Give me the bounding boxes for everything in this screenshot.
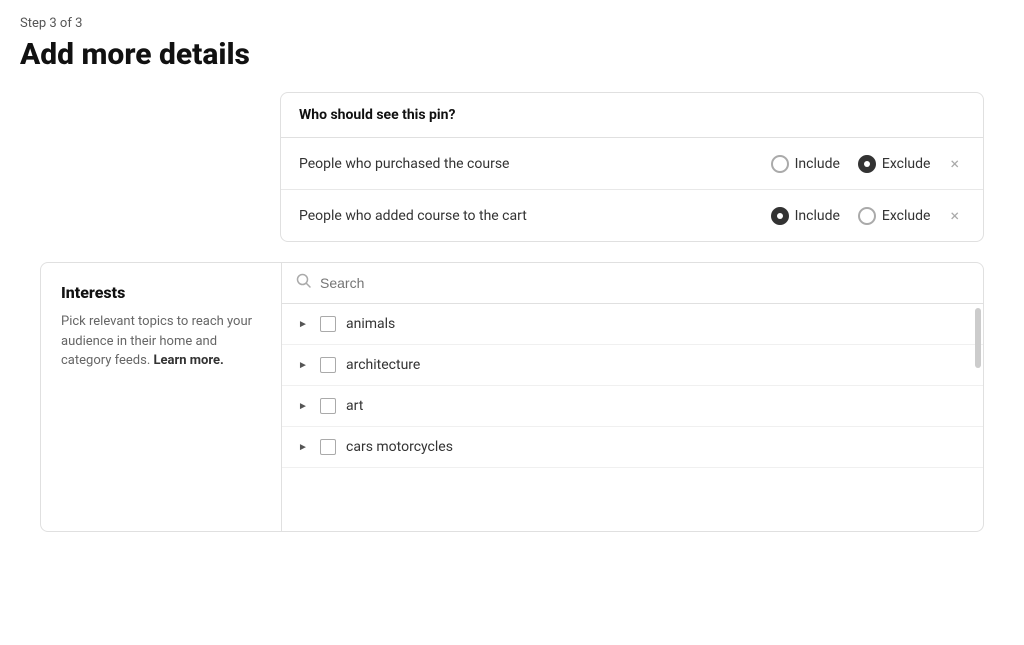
audience-row-purchased-include-label: Include (795, 156, 840, 172)
interest-label-animals: animals (346, 316, 395, 332)
audience-row-purchased: People who purchased the course Include … (281, 138, 983, 190)
interests-content: ► animals ► architecture ► art (281, 263, 983, 531)
audience-row-purchased-include-option[interactable]: Include (771, 155, 840, 173)
interests-list: ► animals ► architecture ► art (282, 304, 983, 468)
page-wrapper: Step 3 of 3 Add more details Who should … (0, 0, 1024, 645)
audience-card-title: Who should see this pin? (299, 107, 455, 123)
audience-row-purchased-radio-group: Include Exclude (771, 155, 931, 173)
interest-label-cars-motorcycles: cars motorcycles (346, 439, 453, 455)
audience-row-cart-exclude-radio[interactable] (858, 207, 876, 225)
expand-arrow-art[interactable]: ► (298, 401, 310, 412)
interests-description: Pick relevant topics to reach your audie… (61, 312, 261, 371)
audience-card-header: Who should see this pin? (281, 93, 983, 138)
audience-row-cart-exclude-label: Exclude (882, 208, 931, 224)
audience-row-purchased-exclude-radio[interactable] (858, 155, 876, 173)
interest-item-architecture: ► architecture (282, 345, 983, 386)
interests-learn-more-link[interactable]: Learn more. (154, 353, 224, 368)
expand-arrow-animals[interactable]: ► (298, 319, 310, 330)
interests-search-input[interactable] (320, 275, 969, 291)
audience-row-purchased-exclude-option[interactable]: Exclude (858, 155, 931, 173)
audience-row-cart-include-option[interactable]: Include (771, 207, 840, 225)
interests-section: Interests Pick relevant topics to reach … (40, 262, 984, 532)
audience-row-purchased-close[interactable]: × (944, 152, 965, 175)
scrollbar-indicator[interactable] (975, 308, 981, 368)
audience-row-cart-label: People who added course to the cart (299, 208, 771, 224)
audience-row-cart: People who added course to the cart Incl… (281, 190, 983, 241)
audience-row-purchased-include-radio[interactable] (771, 155, 789, 173)
search-icon (296, 273, 312, 293)
interests-sidebar: Interests Pick relevant topics to reach … (41, 263, 281, 531)
interest-label-architecture: architecture (346, 357, 420, 373)
interest-item-animals: ► animals (282, 304, 983, 345)
expand-arrow-architecture[interactable]: ► (298, 360, 310, 371)
audience-row-cart-exclude-option[interactable]: Exclude (858, 207, 931, 225)
page-title: Add more details (20, 37, 1004, 72)
interest-checkbox-art[interactable] (320, 398, 336, 414)
audience-row-cart-radio-group: Include Exclude (771, 207, 931, 225)
audience-row-purchased-exclude-label: Exclude (882, 156, 931, 172)
interest-item-cars-motorcycles: ► cars motorcycles (282, 427, 983, 468)
interests-search-bar (282, 263, 983, 304)
audience-row-purchased-label: People who purchased the course (299, 156, 771, 172)
step-label: Step 3 of 3 (20, 16, 1004, 31)
expand-arrow-cars-motorcycles[interactable]: ► (298, 442, 310, 453)
interests-title: Interests (61, 283, 261, 302)
audience-row-cart-close[interactable]: × (944, 204, 965, 227)
audience-card: Who should see this pin? People who purc… (280, 92, 984, 242)
interest-item-art: ► art (282, 386, 983, 427)
interest-label-art: art (346, 398, 363, 414)
interest-checkbox-architecture[interactable] (320, 357, 336, 373)
audience-row-cart-include-radio[interactable] (771, 207, 789, 225)
interest-checkbox-cars-motorcycles[interactable] (320, 439, 336, 455)
audience-row-cart-include-label: Include (795, 208, 840, 224)
interest-checkbox-animals[interactable] (320, 316, 336, 332)
